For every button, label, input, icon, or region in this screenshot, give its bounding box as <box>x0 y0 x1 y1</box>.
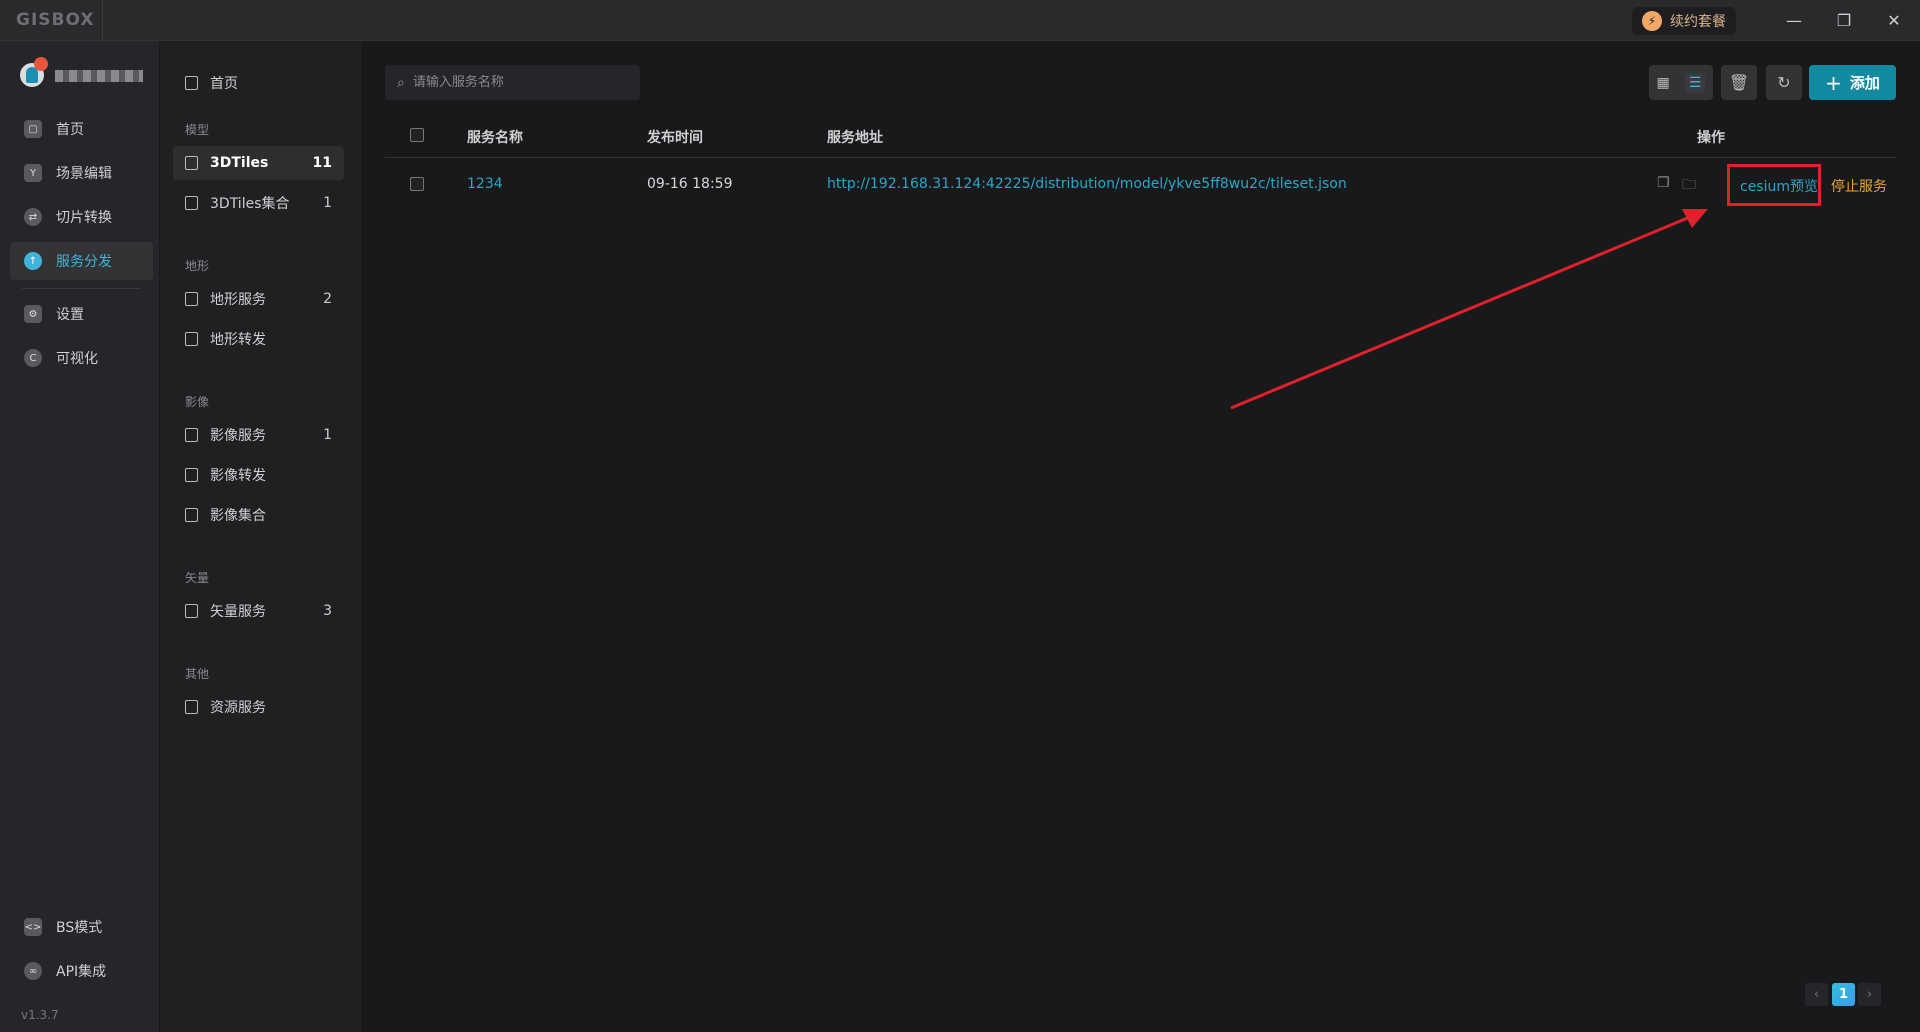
annotation-arrow <box>1230 209 1708 410</box>
page-button-current[interactable]: 1 <box>1832 983 1855 1006</box>
prev-page-button[interactable]: ‹ <box>1805 983 1828 1006</box>
next-page-button[interactable]: › <box>1858 983 1881 1006</box>
